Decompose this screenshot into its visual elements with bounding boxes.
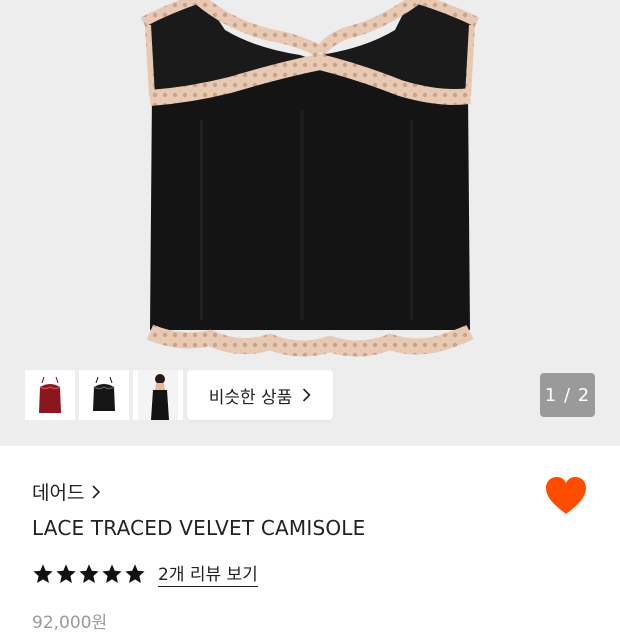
- thumbnail-model[interactable]: [133, 370, 183, 420]
- thumbnail-red-camisole[interactable]: [25, 370, 75, 420]
- red-camisole-image: [39, 376, 61, 413]
- original-price: 92,000원: [32, 613, 108, 633]
- heart-icon[interactable]: [545, 476, 587, 516]
- chevron-right-icon: [303, 388, 311, 402]
- brand-name: 데어드: [32, 482, 85, 504]
- star-icon: [79, 563, 99, 583]
- chevron-right-icon: [92, 484, 101, 499]
- product-image-gallery[interactable]: 비슷한 상품 1 / 2: [0, 0, 620, 446]
- rating-row: 2개 리뷰 보기: [32, 560, 258, 587]
- similar-products-label: 비슷한 상품: [208, 387, 293, 408]
- thumbnail-black-camisole[interactable]: [79, 370, 129, 420]
- brand-link[interactable]: 데어드: [32, 478, 101, 505]
- black-camisole-image: [93, 376, 115, 411]
- review-link[interactable]: 2개 리뷰 보기: [158, 560, 258, 587]
- model-image: [138, 370, 178, 420]
- image-counter: 1 / 2: [540, 373, 595, 417]
- star-icon: [33, 563, 53, 583]
- star-icon: [56, 563, 76, 583]
- star-icon: [102, 563, 122, 583]
- similar-products-button[interactable]: 비슷한 상품: [187, 370, 333, 420]
- star-rating: [32, 563, 146, 585]
- star-icon: [125, 563, 145, 583]
- thumbnail-strip: [25, 370, 183, 420]
- product-title: LACE TRACED VELVET CAMISOLE: [32, 516, 366, 540]
